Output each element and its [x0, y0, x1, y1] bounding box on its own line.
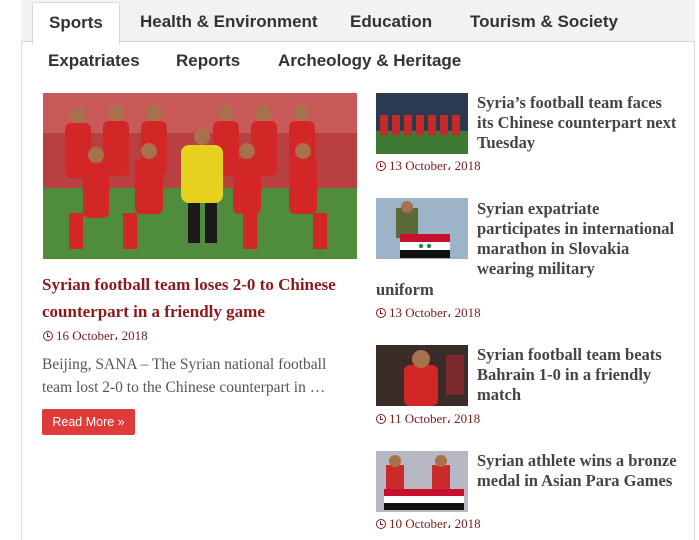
- featured-excerpt: Beijing, SANA – The Syrian national foot…: [42, 356, 327, 396]
- featured-image[interactable]: [43, 93, 357, 259]
- category-tabs: Sports Health & Environment Education To…: [0, 0, 699, 84]
- read-more-button[interactable]: Read More »: [42, 409, 135, 435]
- tab-education[interactable]: Education: [350, 12, 432, 32]
- tab-tourism-society[interactable]: Tourism & Society: [470, 12, 618, 32]
- tab-sports[interactable]: Sports: [32, 2, 120, 45]
- clock-icon: [376, 414, 386, 424]
- side-item-title[interactable]: Syria’s football team faces its Chinese …: [477, 93, 677, 153]
- featured-date-text: 16 October، 2018: [56, 328, 148, 343]
- side-item-title[interactable]: Syrian football team beats Bahrain 1-0 i…: [477, 345, 677, 405]
- tab-expatriates[interactable]: Expatriates: [48, 51, 140, 71]
- tab-health-environment[interactable]: Health & Environment: [140, 12, 318, 32]
- clock-icon: [376, 519, 386, 529]
- featured-date: 16 October، 2018: [43, 328, 148, 344]
- side-item-title-continued[interactable]: uniform: [376, 280, 576, 300]
- featured-title[interactable]: Syrian football team loses 2-0 to Chines…: [42, 271, 360, 325]
- side-item-thumbnail[interactable]: [376, 198, 468, 259]
- clock-icon: [376, 161, 386, 171]
- side-item-thumbnail[interactable]: [376, 451, 468, 512]
- clock-icon: [376, 308, 386, 318]
- side-item-title[interactable]: Syrian expatriate participates in intern…: [477, 199, 677, 279]
- side-item-date: 10 October، 2018: [376, 516, 481, 532]
- tab-reports[interactable]: Reports: [176, 51, 240, 71]
- side-item-title[interactable]: Syrian athlete wins a bronze medal in As…: [477, 451, 677, 491]
- clock-icon: [43, 331, 53, 341]
- side-item-date: 13 October، 2018: [376, 158, 481, 174]
- side-item-date: 11 October، 2018: [376, 411, 480, 427]
- tab-archeology-heritage[interactable]: Archeology & Heritage: [278, 51, 461, 71]
- side-item-thumbnail[interactable]: [376, 345, 468, 406]
- side-item-thumbnail[interactable]: [376, 93, 468, 154]
- side-item-date: 13 October، 2018: [376, 305, 481, 321]
